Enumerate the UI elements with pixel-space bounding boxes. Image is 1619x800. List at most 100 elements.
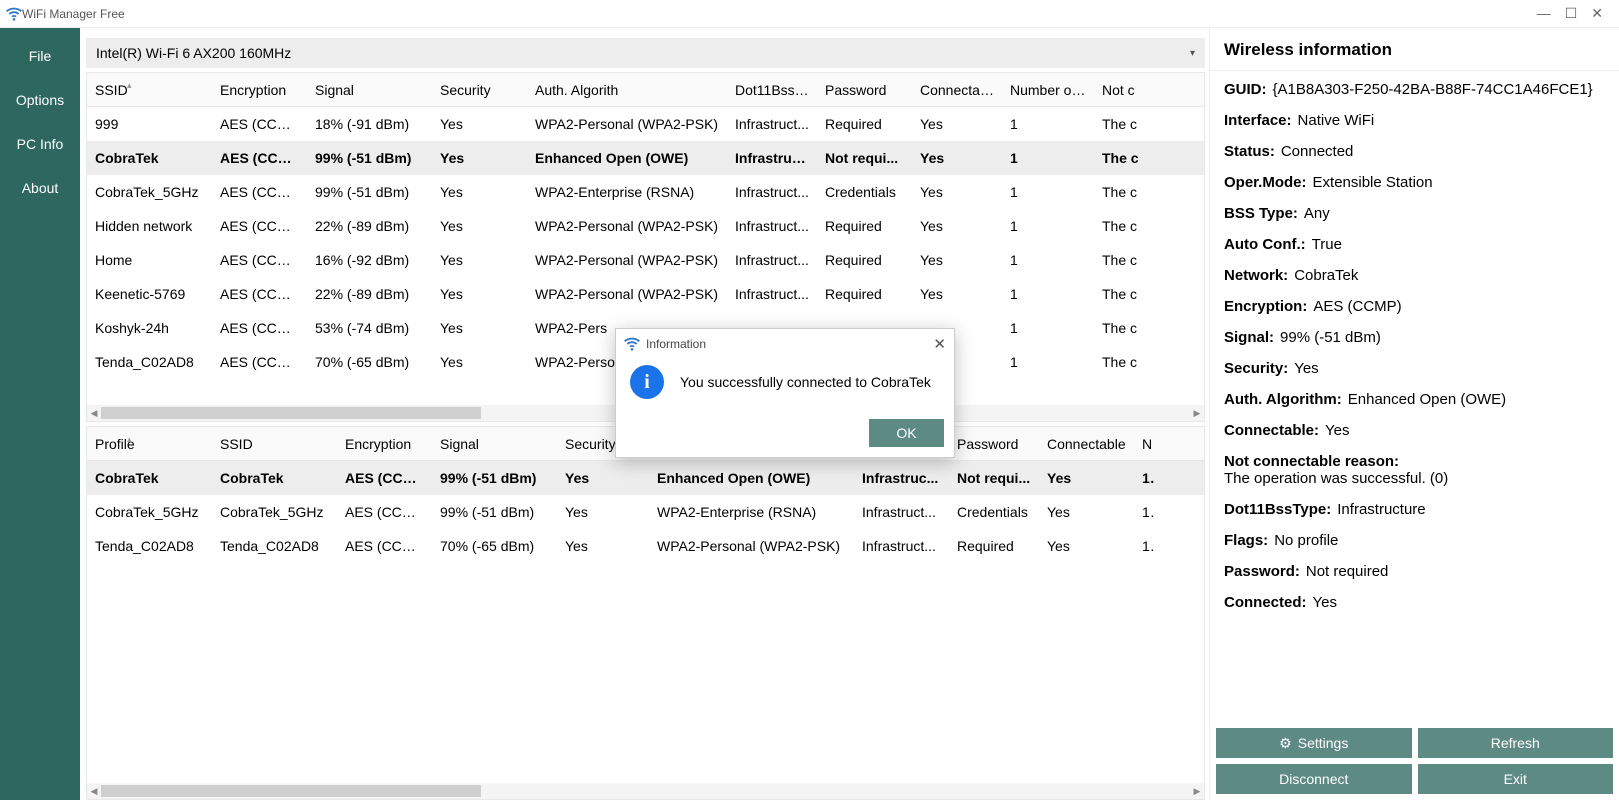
info-row: Password: Not required: [1224, 563, 1605, 580]
dialog-title: Information: [646, 337, 706, 351]
column-header[interactable]: Connectable: [1039, 436, 1134, 452]
info-value: True: [1312, 236, 1342, 253]
dialog-ok-button[interactable]: OK: [869, 419, 944, 447]
info-key: Signal:: [1224, 329, 1274, 346]
column-header[interactable]: SSID: [212, 436, 337, 452]
dialog-close-button[interactable]: ✕: [933, 335, 946, 353]
profile-row[interactable]: CobraTek_5GHzCobraTek_5GHzAES (CCMP)99% …: [87, 495, 1204, 529]
info-value: Yes: [1294, 360, 1318, 377]
column-header[interactable]: Password: [817, 82, 912, 98]
profile-row[interactable]: CobraTekCobraTekAES (CCMP)99% (-51 dBm)Y…: [87, 461, 1204, 495]
info-key: Not connectable reason:: [1224, 453, 1399, 470]
info-key: GUID:: [1224, 81, 1267, 98]
column-header[interactable]: Signal: [432, 436, 557, 452]
info-row: Auth. Algorithm: Enhanced Open (OWE): [1224, 391, 1605, 408]
column-header[interactable]: Security: [432, 82, 527, 98]
info-row: Interface: Native WiFi: [1224, 112, 1605, 129]
info-key: Network:: [1224, 267, 1288, 284]
column-header[interactable]: Encryption: [212, 82, 307, 98]
info-row: Auto Conf.:True: [1224, 236, 1605, 253]
settings-button[interactable]: ⚙Settings: [1216, 728, 1412, 758]
column-header[interactable]: Connectable: [912, 82, 1002, 98]
window-title: WiFi Manager Free: [22, 7, 1537, 21]
wireless-info-heading: Wireless information: [1210, 28, 1619, 71]
column-header[interactable]: Signal: [307, 82, 432, 98]
info-icon: i: [630, 365, 664, 399]
info-key: Oper.Mode:: [1224, 174, 1307, 191]
column-header[interactable]: SSID▴: [87, 82, 212, 98]
info-value: Enhanced Open (OWE): [1348, 391, 1506, 408]
scroll-right-icon[interactable]: ▶: [1190, 408, 1204, 419]
menu-about[interactable]: About: [0, 166, 80, 210]
refresh-button[interactable]: Refresh: [1418, 728, 1614, 758]
info-key: Connected:: [1224, 594, 1307, 611]
scroll-left-icon[interactable]: ◀: [87, 408, 101, 419]
info-key: Password:: [1224, 563, 1300, 580]
info-key: Interface:: [1224, 112, 1292, 129]
network-row[interactable]: Hidden networkAES (CCMP)22% (-89 dBm)Yes…: [87, 209, 1204, 243]
profiles-table: Profile▴SSIDEncryptionSignalSecurityAuth…: [86, 426, 1205, 800]
info-dialog: Information ✕ i You successfully connect…: [615, 328, 955, 458]
info-key: Security:: [1224, 360, 1288, 377]
wireless-info-panel: Wireless information GUID: {A1B8A303-F250…: [1209, 28, 1619, 800]
info-row: Signal:99% (-51 dBm): [1224, 329, 1605, 346]
network-row[interactable]: 999AES (CCMP)18% (-91 dBm)YesWPA2-Person…: [87, 107, 1204, 141]
info-key: Flags:: [1224, 532, 1268, 549]
column-header[interactable]: Auth. Algorith: [527, 82, 727, 98]
exit-button[interactable]: Exit: [1418, 764, 1614, 794]
info-value: Not required: [1306, 563, 1389, 580]
info-row: Encryption:AES (CCMP): [1224, 298, 1605, 315]
adapter-dropdown[interactable]: Intel(R) Wi-Fi 6 AX200 160MHz ▾: [86, 38, 1205, 68]
minimize-button[interactable]: —: [1537, 5, 1551, 22]
menu-options[interactable]: Options: [0, 78, 80, 122]
info-row: Connectable: Yes: [1224, 422, 1605, 439]
maximize-button[interactable]: ☐: [1565, 5, 1578, 22]
scroll-right-icon[interactable]: ▶: [1190, 786, 1204, 797]
info-key: Connectable:: [1224, 422, 1319, 439]
column-header[interactable]: N: [1134, 436, 1154, 452]
info-row: Status:Connected: [1224, 143, 1605, 160]
network-row[interactable]: Keenetic-5769AES (CCMP)22% (-89 dBm)YesW…: [87, 277, 1204, 311]
adapter-selected: Intel(R) Wi-Fi 6 AX200 160MHz: [96, 45, 291, 61]
info-row: Security: Yes: [1224, 360, 1605, 377]
sidebar: File Options PC Info About: [0, 28, 80, 800]
titlebar: WiFi Manager Free — ☐ ✕: [0, 0, 1619, 28]
column-header[interactable]: Password: [949, 436, 1039, 452]
network-row[interactable]: CobraTek_5GHzAES (CCMP)99% (-51 dBm)YesW…: [87, 175, 1204, 209]
profile-row[interactable]: Tenda_C02AD8Tenda_C02AD8AES (CCMP)70% (-…: [87, 529, 1204, 563]
app-icon: [6, 6, 22, 22]
info-value: Yes: [1325, 422, 1349, 439]
close-button[interactable]: ✕: [1591, 5, 1603, 22]
scroll-left-icon[interactable]: ◀: [87, 786, 101, 797]
column-header[interactable]: Not c: [1094, 82, 1154, 98]
info-key: Auth. Algorithm:: [1224, 391, 1342, 408]
info-value: The operation was successful. (0): [1224, 470, 1448, 487]
column-header[interactable]: Profile▴: [87, 436, 212, 452]
info-value: Native WiFi: [1298, 112, 1375, 129]
info-value: Yes: [1313, 594, 1337, 611]
info-key: Encryption:: [1224, 298, 1307, 315]
info-value: Extensible Station: [1313, 174, 1433, 191]
menu-file[interactable]: File: [0, 34, 80, 78]
column-header[interactable]: Encryption: [337, 436, 432, 452]
app-icon: [624, 336, 640, 352]
column-header[interactable]: Number of B: [1002, 82, 1094, 98]
column-header[interactable]: Dot11BssTyp: [727, 82, 817, 98]
menu-pc-info[interactable]: PC Info: [0, 122, 80, 166]
info-value: CobraTek: [1294, 267, 1358, 284]
info-value: No profile: [1274, 532, 1338, 549]
info-value: Any: [1304, 205, 1330, 222]
profiles-scrollbar[interactable]: ◀ ▶: [87, 783, 1204, 799]
disconnect-button[interactable]: Disconnect: [1216, 764, 1412, 794]
info-value: {A1B8A303-F250-42BA-B88F-74CC1A46FCE1}: [1273, 81, 1593, 98]
network-row[interactable]: CobraTekAES (CCMP)99% (-51 dBm)YesEnhanc…: [87, 141, 1204, 175]
info-row: Connected: Yes: [1224, 594, 1605, 611]
network-row[interactable]: HomeAES (CCMP)16% (-92 dBm)YesWPA2-Perso…: [87, 243, 1204, 277]
networks-header[interactable]: SSID▴EncryptionSignalSecurityAuth. Algor…: [87, 73, 1204, 107]
info-key: Dot11BssType:: [1224, 501, 1331, 518]
info-value: Infrastructure: [1337, 501, 1425, 518]
info-value: Connected: [1281, 143, 1354, 160]
gear-icon: ⚙: [1279, 735, 1292, 752]
info-row: Flags: No profile: [1224, 532, 1605, 549]
info-key: BSS Type:: [1224, 205, 1298, 222]
